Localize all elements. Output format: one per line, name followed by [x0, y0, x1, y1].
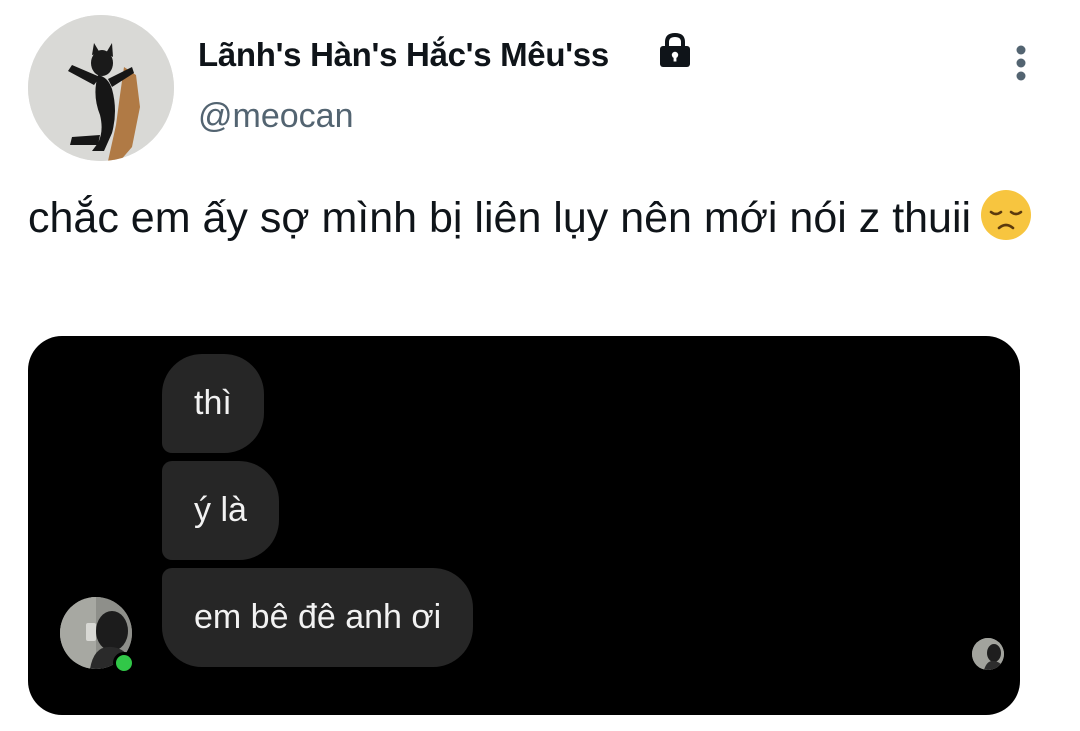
- lock-icon: [660, 32, 690, 67]
- person-photo-icon: [972, 638, 1004, 670]
- tweet-text: chắc em ấy sợ mình bị liên lụy nên mới n…: [28, 188, 1048, 249]
- seen-receipt-avatar: [972, 638, 1004, 670]
- more-vertical-icon[interactable]: [1005, 42, 1037, 86]
- message-bubble: thì: [162, 354, 264, 453]
- author-handle[interactable]: @meocan: [198, 97, 353, 136]
- message-bubble: ý là: [162, 461, 279, 560]
- message-text: ý là: [194, 491, 247, 529]
- online-status-dot: [113, 652, 135, 674]
- cat-photo-avatar-icon: [28, 15, 174, 161]
- tweet-text-content: chắc em ấy sợ mình bị liên lụy nên mới n…: [28, 194, 972, 242]
- author-display-name[interactable]: Lãnh's Hàn's Hắc's Mêu'ss: [198, 36, 609, 74]
- disappointed-face-emoji-icon: [981, 190, 1032, 240]
- message-text: em bê đê anh ơi: [194, 598, 442, 636]
- message-text: thì: [194, 384, 232, 422]
- message-bubble: em bê đê anh ơi: [162, 568, 474, 667]
- author-avatar[interactable]: [28, 15, 174, 161]
- tweet-media-image[interactable]: thì ý là em bê đê anh ơi: [28, 336, 1020, 715]
